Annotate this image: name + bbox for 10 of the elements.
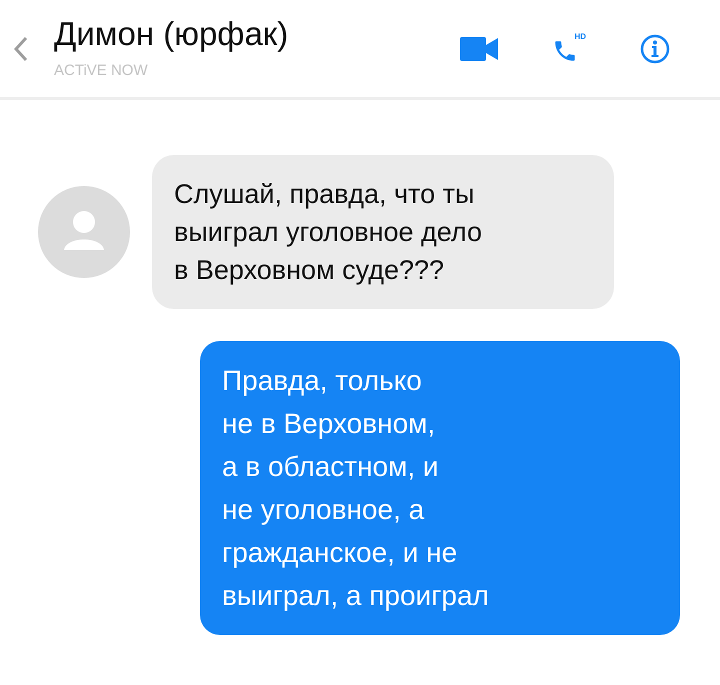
status-text: ACTiVE NOW [54,61,149,82]
video-call-icon[interactable] [460,36,498,62]
message-bubble: Правда, только не в Верховном, а в областном, и не уголовное, а гражданское, и не выиграл, а проиграл [200,341,680,635]
back-icon[interactable] [14,36,28,62]
message-bubble: Слушай, правда, что ты выиграл уголовное дело в Верховном суде??? [152,155,614,309]
contact-name: Димон (юрфак) [54,14,288,54]
hd-label: HD [574,30,586,42]
voice-call-button[interactable]: HD [552,32,586,64]
avatar-icon [38,186,130,278]
info-icon[interactable] [640,34,670,64]
